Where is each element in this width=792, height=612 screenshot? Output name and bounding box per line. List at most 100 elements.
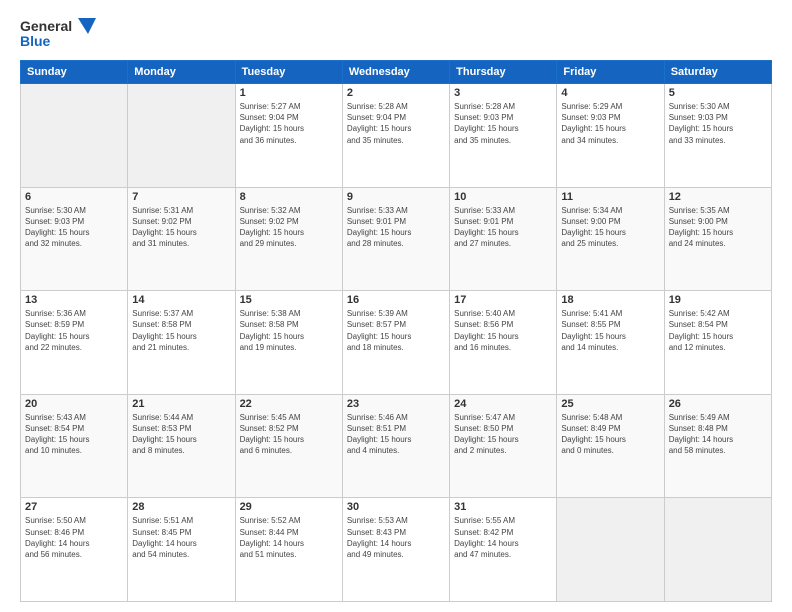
- day-number: 12: [669, 191, 767, 203]
- day-info: Sunrise: 5:39 AM Sunset: 8:57 PM Dayligh…: [347, 308, 445, 353]
- calendar-day-header: Monday: [128, 61, 235, 84]
- day-number: 26: [669, 398, 767, 410]
- day-number: 22: [240, 398, 338, 410]
- day-number: 21: [132, 398, 230, 410]
- calendar-day-header: Thursday: [450, 61, 557, 84]
- day-number: 10: [454, 191, 552, 203]
- day-info: Sunrise: 5:36 AM Sunset: 8:59 PM Dayligh…: [25, 308, 123, 353]
- calendar-cell: 6 Sunrise: 5:30 AM Sunset: 9:03 PM Daylig…: [21, 187, 128, 291]
- day-number: 5: [669, 87, 767, 99]
- calendar-cell: 7 Sunrise: 5:31 AM Sunset: 9:02 PM Daylig…: [128, 187, 235, 291]
- day-info: Sunrise: 5:49 AM Sunset: 8:48 PM Dayligh…: [669, 412, 767, 457]
- calendar-cell: [21, 84, 128, 188]
- calendar-cell: 26 Sunrise: 5:49 AM Sunset: 8:48 PM Dayli…: [664, 394, 771, 498]
- svg-text:General: General: [20, 18, 72, 34]
- day-number: 30: [347, 501, 445, 513]
- calendar-cell: 27 Sunrise: 5:50 AM Sunset: 8:46 PM Dayli…: [21, 498, 128, 602]
- calendar-week-row: 13 Sunrise: 5:36 AM Sunset: 8:59 PM Dayli…: [21, 291, 772, 395]
- logo-svg: GeneralBlue: [20, 16, 110, 52]
- day-number: 6: [25, 191, 123, 203]
- day-number: 24: [454, 398, 552, 410]
- day-info: Sunrise: 5:33 AM Sunset: 9:01 PM Dayligh…: [454, 205, 552, 250]
- calendar-cell: 18Sunrise: 5:41 AM Sunset: 8:55 PM Dayli…: [557, 291, 664, 395]
- day-number: 1: [240, 87, 338, 99]
- calendar-cell: [128, 84, 235, 188]
- day-info: Sunrise: 5:44 AM Sunset: 8:53 PM Dayligh…: [132, 412, 230, 457]
- calendar-day-header: Saturday: [664, 61, 771, 84]
- day-info: Sunrise: 5:55 AM Sunset: 8:42 PM Dayligh…: [454, 515, 552, 560]
- calendar-cell: 22 Sunrise: 5:45 AM Sunset: 8:52 PM Dayli…: [235, 394, 342, 498]
- day-info: Sunrise: 5:40 AM Sunset: 8:56 PM Dayligh…: [454, 308, 552, 353]
- day-number: 17: [454, 294, 552, 306]
- calendar-cell: 17 Sunrise: 5:40 AM Sunset: 8:56 PM Dayli…: [450, 291, 557, 395]
- day-info: Sunrise: 5:42 AM Sunset: 8:54 PM Dayligh…: [669, 308, 767, 353]
- day-number: 19: [669, 294, 767, 306]
- day-number: 8: [240, 191, 338, 203]
- calendar-cell: 1 Sunrise: 5:27 AM Sunset: 9:04 PM Daylig…: [235, 84, 342, 188]
- day-number: 9: [347, 191, 445, 203]
- day-number: 16: [347, 294, 445, 306]
- calendar-day-header: Friday: [557, 61, 664, 84]
- day-number: 23: [347, 398, 445, 410]
- day-info: Sunrise: 5:35 AM Sunset: 9:00 PM Dayligh…: [669, 205, 767, 250]
- day-number: 18: [561, 294, 659, 306]
- calendar-cell: 15 Sunrise: 5:38 AM Sunset: 8:58 PM Dayli…: [235, 291, 342, 395]
- day-number: 29: [240, 501, 338, 513]
- calendar-week-row: 27 Sunrise: 5:50 AM Sunset: 8:46 PM Dayli…: [21, 498, 772, 602]
- day-info: Sunrise: 5:38 AM Sunset: 8:58 PM Dayligh…: [240, 308, 338, 353]
- day-info: Sunrise: 5:32 AM Sunset: 9:02 PM Dayligh…: [240, 205, 338, 250]
- calendar-cell: 28 Sunrise: 5:51 AM Sunset: 8:45 PM Dayli…: [128, 498, 235, 602]
- calendar-cell: 23 Sunrise: 5:46 AM Sunset: 8:51 PM Dayli…: [342, 394, 449, 498]
- day-info: Sunrise: 5:27 AM Sunset: 9:04 PM Dayligh…: [240, 101, 338, 146]
- day-number: 15: [240, 294, 338, 306]
- calendar-cell: [557, 498, 664, 602]
- day-info: Sunrise: 5:48 AM Sunset: 8:49 PM Dayligh…: [561, 412, 659, 457]
- calendar-cell: 31 Sunrise: 5:55 AM Sunset: 8:42 PM Dayli…: [450, 498, 557, 602]
- day-info: Sunrise: 5:47 AM Sunset: 8:50 PM Dayligh…: [454, 412, 552, 457]
- day-info: Sunrise: 5:53 AM Sunset: 8:43 PM Dayligh…: [347, 515, 445, 560]
- day-info: Sunrise: 5:43 AM Sunset: 8:54 PM Dayligh…: [25, 412, 123, 457]
- header: GeneralBlue: [20, 16, 772, 52]
- calendar-cell: 19 Sunrise: 5:42 AM Sunset: 8:54 PM Dayli…: [664, 291, 771, 395]
- logo: GeneralBlue: [20, 16, 110, 52]
- calendar-cell: 25 Sunrise: 5:48 AM Sunset: 8:49 PM Dayli…: [557, 394, 664, 498]
- calendar-cell: 14Sunrise: 5:37 AM Sunset: 8:58 PM Dayli…: [128, 291, 235, 395]
- day-info: Sunrise: 5:46 AM Sunset: 8:51 PM Dayligh…: [347, 412, 445, 457]
- calendar-cell: 8 Sunrise: 5:32 AM Sunset: 9:02 PM Daylig…: [235, 187, 342, 291]
- day-info: Sunrise: 5:33 AM Sunset: 9:01 PM Dayligh…: [347, 205, 445, 250]
- calendar-cell: 21 Sunrise: 5:44 AM Sunset: 8:53 PM Dayli…: [128, 394, 235, 498]
- calendar-cell: 12 Sunrise: 5:35 AM Sunset: 9:00 PM Dayli…: [664, 187, 771, 291]
- day-info: Sunrise: 5:50 AM Sunset: 8:46 PM Dayligh…: [25, 515, 123, 560]
- calendar-table: SundayMondayTuesdayWednesdayThursdayFrid…: [20, 60, 772, 602]
- day-number: 14: [132, 294, 230, 306]
- calendar-cell: 10 Sunrise: 5:33 AM Sunset: 9:01 PM Dayli…: [450, 187, 557, 291]
- day-info: Sunrise: 5:28 AM Sunset: 9:03 PM Dayligh…: [454, 101, 552, 146]
- day-info: Sunrise: 5:34 AM Sunset: 9:00 PM Dayligh…: [561, 205, 659, 250]
- day-number: 3: [454, 87, 552, 99]
- day-number: 20: [25, 398, 123, 410]
- day-info: Sunrise: 5:30 AM Sunset: 9:03 PM Dayligh…: [25, 205, 123, 250]
- calendar-week-row: 6 Sunrise: 5:30 AM Sunset: 9:03 PM Daylig…: [21, 187, 772, 291]
- day-number: 25: [561, 398, 659, 410]
- calendar-cell: 5 Sunrise: 5:30 AM Sunset: 9:03 PM Daylig…: [664, 84, 771, 188]
- day-number: 28: [132, 501, 230, 513]
- calendar-day-header: Sunday: [21, 61, 128, 84]
- calendar-cell: 4Sunrise: 5:29 AM Sunset: 9:03 PM Daylig…: [557, 84, 664, 188]
- day-info: Sunrise: 5:31 AM Sunset: 9:02 PM Dayligh…: [132, 205, 230, 250]
- calendar-cell: 16 Sunrise: 5:39 AM Sunset: 8:57 PM Dayli…: [342, 291, 449, 395]
- day-info: Sunrise: 5:30 AM Sunset: 9:03 PM Dayligh…: [669, 101, 767, 146]
- calendar-day-header: Tuesday: [235, 61, 342, 84]
- day-number: 27: [25, 501, 123, 513]
- day-number: 7: [132, 191, 230, 203]
- calendar-cell: 29Sunrise: 5:52 AM Sunset: 8:44 PM Dayli…: [235, 498, 342, 602]
- day-info: Sunrise: 5:45 AM Sunset: 8:52 PM Dayligh…: [240, 412, 338, 457]
- calendar-cell: 3 Sunrise: 5:28 AM Sunset: 9:03 PM Daylig…: [450, 84, 557, 188]
- day-number: 11: [561, 191, 659, 203]
- day-info: Sunrise: 5:51 AM Sunset: 8:45 PM Dayligh…: [132, 515, 230, 560]
- day-number: 31: [454, 501, 552, 513]
- calendar-cell: 30 Sunrise: 5:53 AM Sunset: 8:43 PM Dayli…: [342, 498, 449, 602]
- calendar-cell: 11 Sunrise: 5:34 AM Sunset: 9:00 PM Dayli…: [557, 187, 664, 291]
- day-number: 13: [25, 294, 123, 306]
- calendar-cell: 20 Sunrise: 5:43 AM Sunset: 8:54 PM Dayli…: [21, 394, 128, 498]
- calendar-cell: 13 Sunrise: 5:36 AM Sunset: 8:59 PM Dayli…: [21, 291, 128, 395]
